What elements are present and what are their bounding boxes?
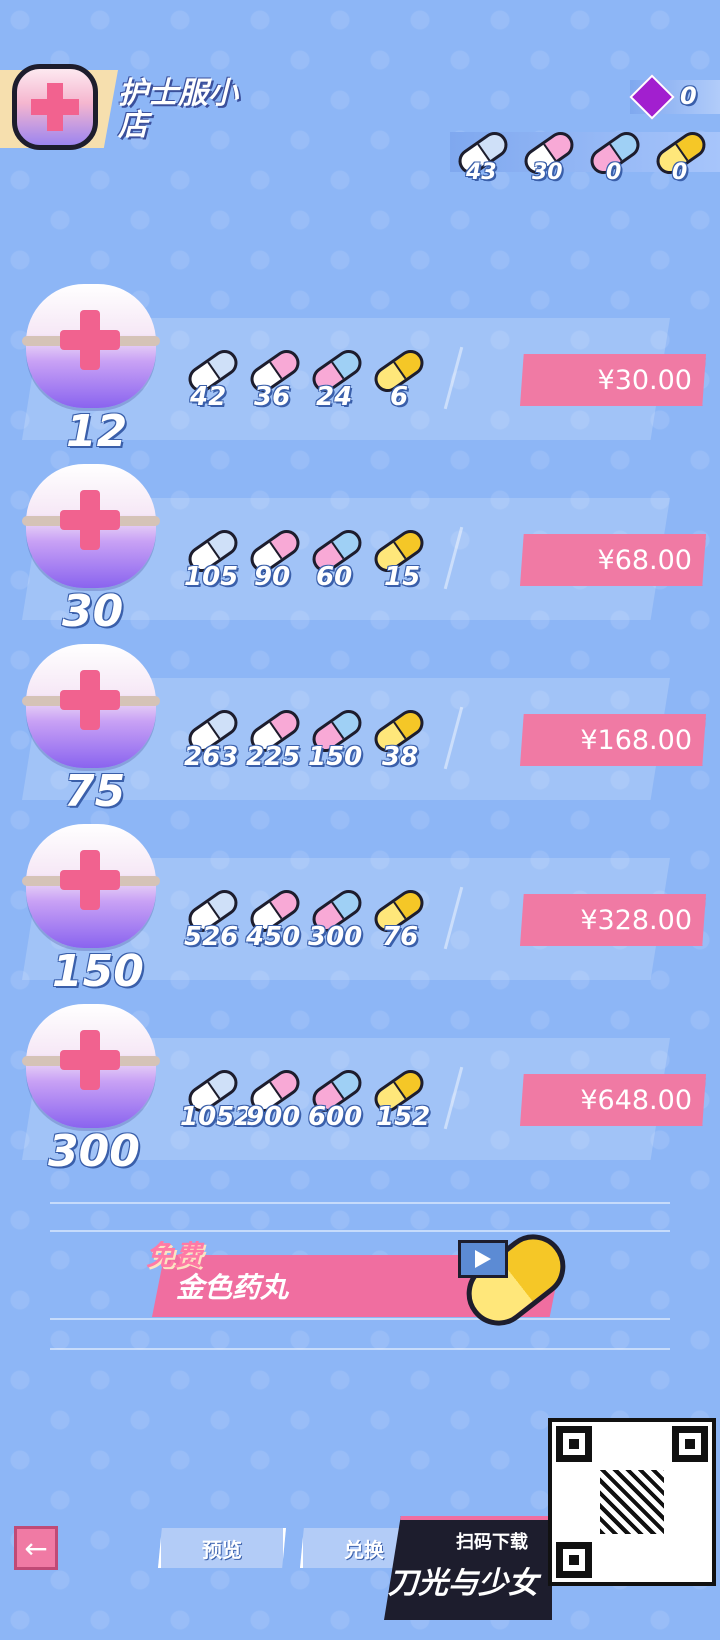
pack-item-amount: 263 xyxy=(184,742,239,772)
shop-avatar-icon xyxy=(12,64,98,150)
pack-item-amount: 152 xyxy=(376,1102,431,1132)
resource-pink: 30 xyxy=(518,124,579,185)
resource-white: 43 xyxy=(452,124,513,185)
nurse-cap-icon xyxy=(22,824,160,956)
preview-button[interactable]: 预览 xyxy=(158,1528,286,1568)
nurse-cap-icon xyxy=(22,644,160,776)
back-button[interactable]: ← xyxy=(14,1526,58,1570)
buy-button[interactable]: ¥328.00 xyxy=(520,894,706,946)
buy-button[interactable]: ¥648.00 xyxy=(520,1074,706,1126)
buy-button[interactable]: ¥168.00 xyxy=(520,714,706,766)
nurse-cap-icon xyxy=(22,464,160,596)
nurse-cap-icon xyxy=(22,284,160,416)
pack-item-amount: 300 xyxy=(308,922,363,952)
promo-game-title: 刀光与少女 xyxy=(388,1566,538,1601)
pack-item-amount: 150 xyxy=(308,742,363,772)
pack-count: 30 xyxy=(62,586,124,637)
divider-line xyxy=(50,1230,670,1232)
pack-item-amount: 90 xyxy=(254,562,291,592)
resource-count: 0 xyxy=(606,160,622,185)
qr-code xyxy=(548,1418,716,1586)
divider-line xyxy=(50,1348,670,1350)
pack-count: 300 xyxy=(48,1126,140,1177)
pack-item-amount: 900 xyxy=(246,1102,301,1132)
pack-item-amount: 6 xyxy=(390,382,409,412)
pack-item-amount: 42 xyxy=(190,382,227,412)
pack-item-amount: 76 xyxy=(382,922,419,952)
divider-line xyxy=(50,1318,670,1320)
resource-count: 43 xyxy=(466,160,497,185)
video-ad-icon xyxy=(458,1240,508,1278)
pack-item-amount: 225 xyxy=(246,742,301,772)
pack-item-amount: 1052 xyxy=(180,1102,253,1132)
pack-item-amount: 38 xyxy=(382,742,419,772)
pack-item-amount: 24 xyxy=(316,382,353,412)
shop-title: 护士服小店 xyxy=(118,76,238,143)
free-offer-label: 金色药丸 xyxy=(176,1271,289,1304)
nurse-cap-icon xyxy=(22,1004,160,1136)
pack-item-amount: 15 xyxy=(384,562,421,592)
pack-item-amount: 526 xyxy=(184,922,239,952)
pack-item-amount: 450 xyxy=(246,922,301,952)
pack-count: 150 xyxy=(52,946,144,997)
pack-count: 75 xyxy=(64,766,126,817)
divider-line xyxy=(50,1202,670,1204)
pack-item-amount: 36 xyxy=(254,382,291,412)
resource-count: 0 xyxy=(672,160,688,185)
pack-item-amount: 105 xyxy=(184,562,239,592)
buy-button[interactable]: ¥68.00 xyxy=(520,534,706,586)
pack-item-amount: 600 xyxy=(308,1102,363,1132)
buy-button[interactable]: ¥30.00 xyxy=(520,354,706,406)
pack-item-amount: 60 xyxy=(316,562,353,592)
gem-count: 0 xyxy=(680,82,697,110)
pack-count: 12 xyxy=(66,406,128,457)
resource-gold: 0 xyxy=(650,124,711,185)
promo-scan-label: 扫码下载 xyxy=(456,1532,528,1553)
resource-count: 30 xyxy=(532,160,563,185)
resource-blue: 0 xyxy=(584,124,645,185)
